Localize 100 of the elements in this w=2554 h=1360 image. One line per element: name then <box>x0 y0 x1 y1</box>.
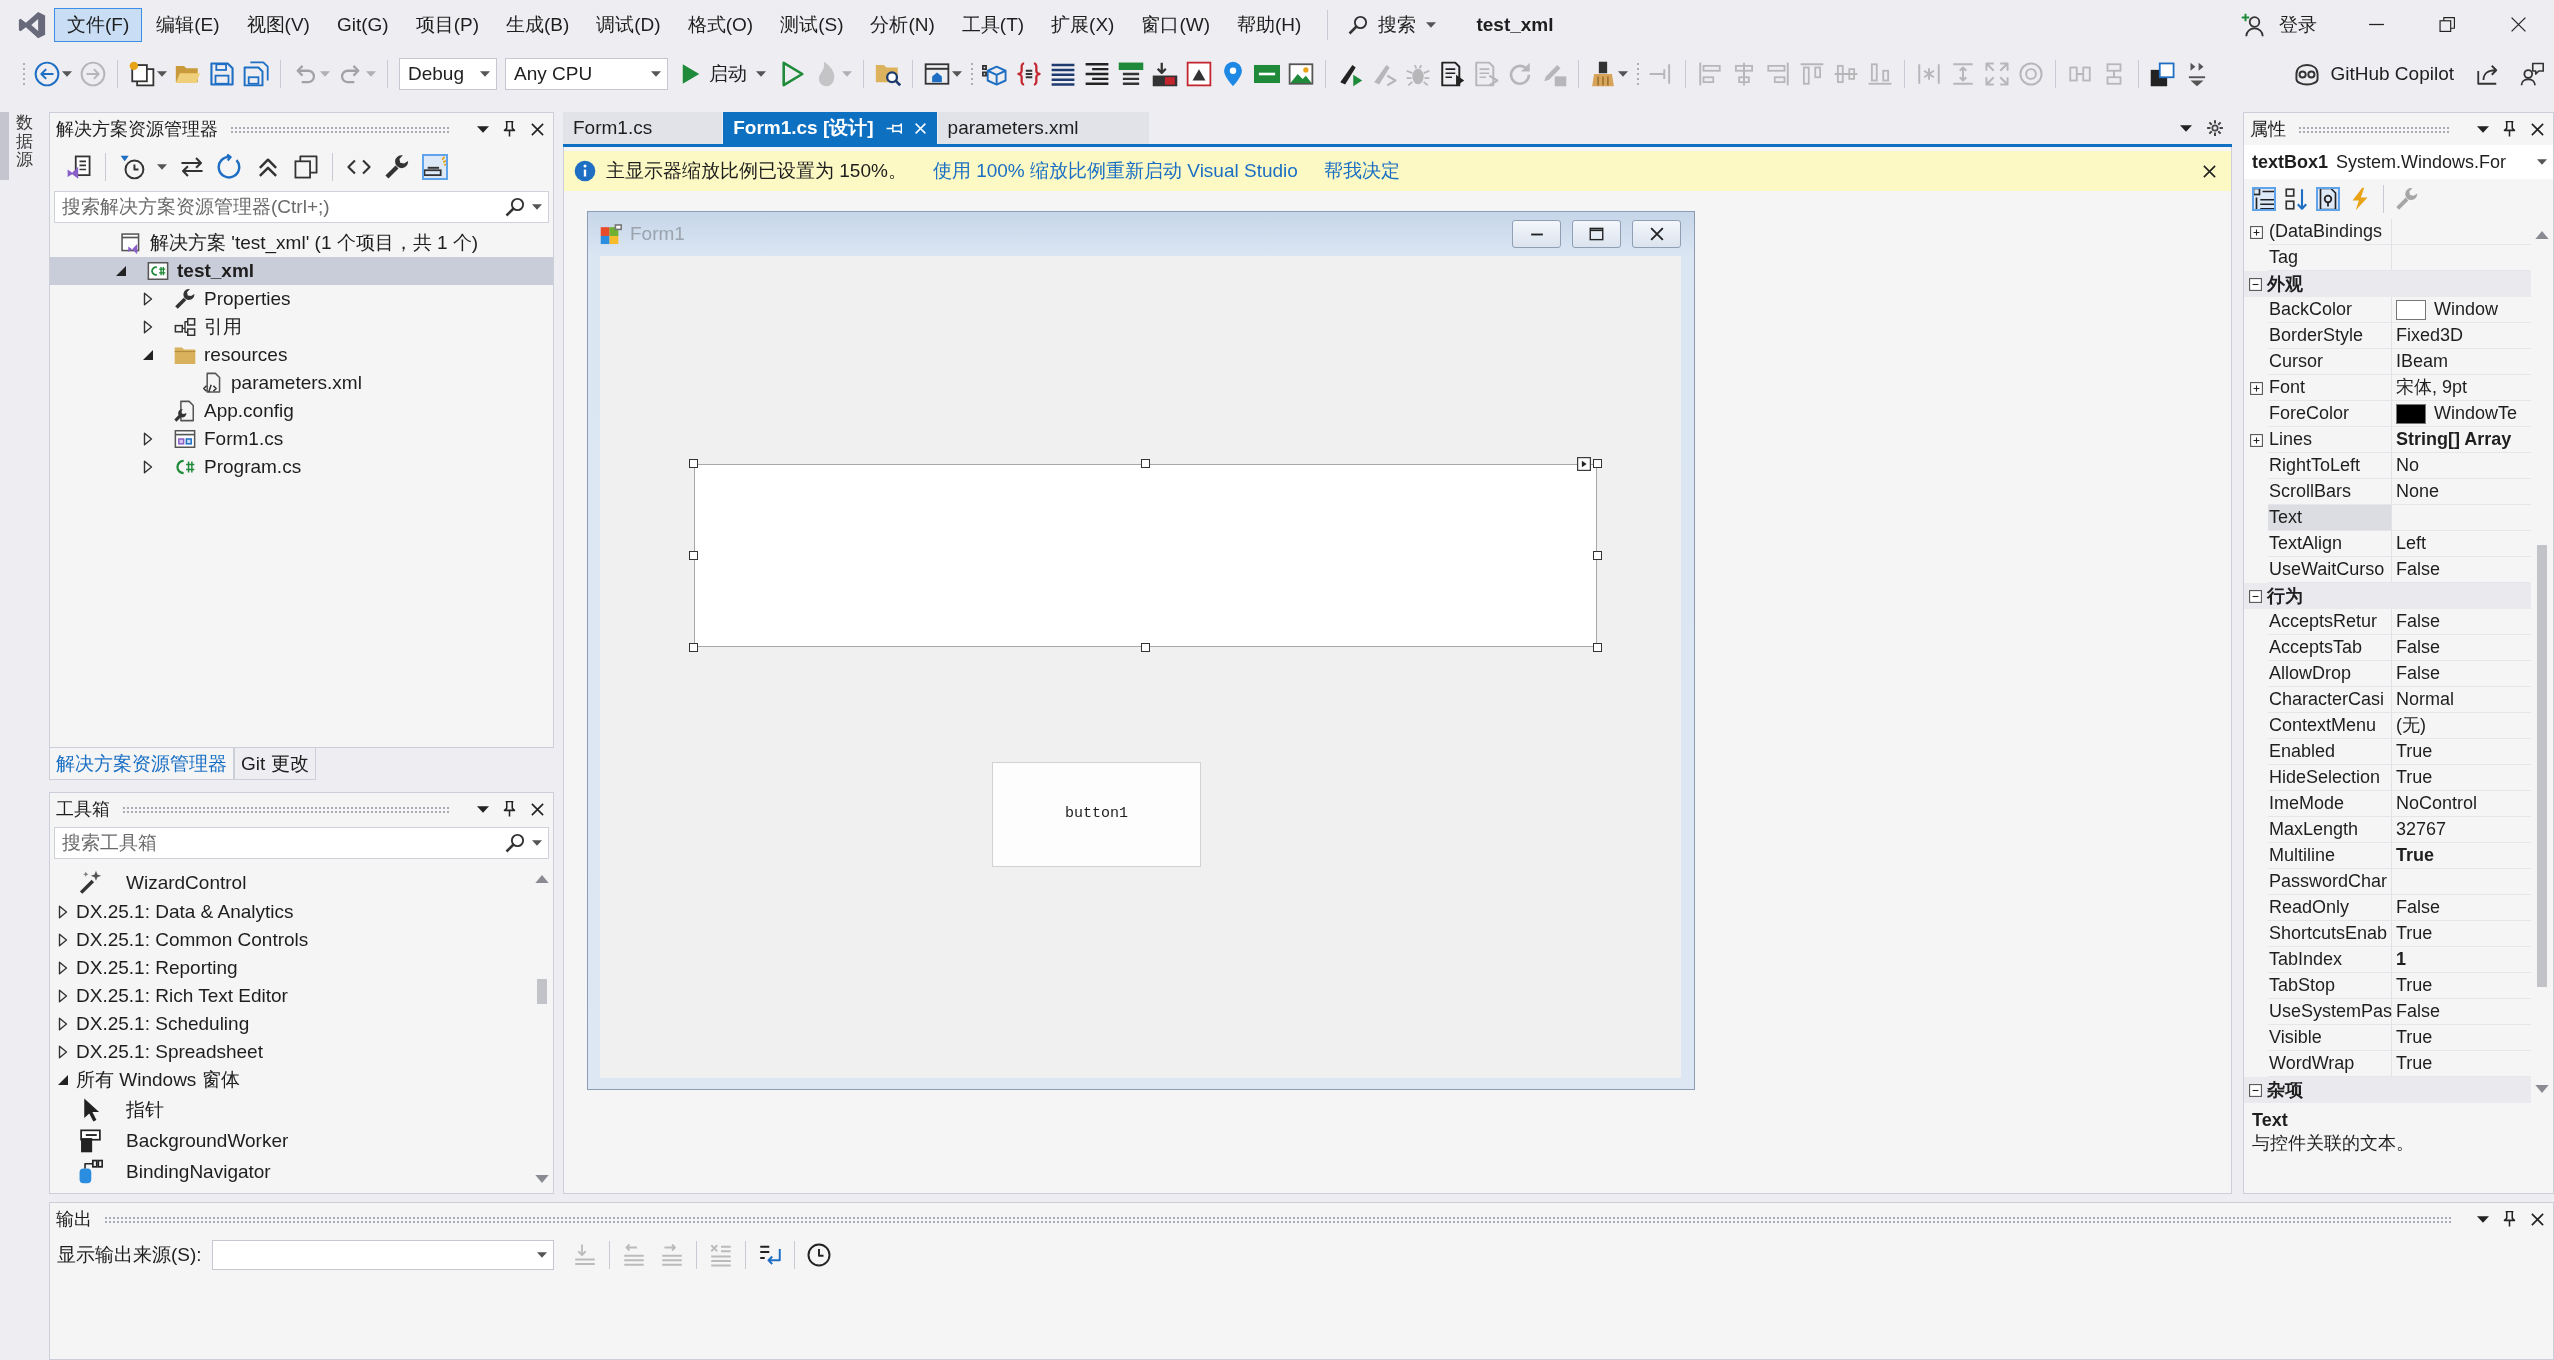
close-icon[interactable] <box>530 801 545 817</box>
toolbox-group[interactable]: DX.25.1: Data & Analytics <box>50 898 531 926</box>
property-value[interactable]: 32767 <box>2392 817 2531 843</box>
property-value[interactable]: False <box>2392 609 2531 635</box>
start-button[interactable]: 启动 <box>676 61 772 86</box>
document-tab[interactable]: parameters.xml <box>937 112 1149 144</box>
smart-tag-icon[interactable] <box>1577 457 1591 471</box>
scrollbar-thumb[interactable] <box>2537 545 2547 988</box>
copy-pages-icon[interactable] <box>293 154 319 180</box>
copilot-button[interactable]: GitHub Copilot <box>2294 60 2454 87</box>
dropdown-caret-icon[interactable] <box>477 805 489 813</box>
toolbox-group[interactable]: DX.25.1: Common Controls <box>50 926 531 954</box>
property-name[interactable]: AcceptsTab <box>2268 635 2392 661</box>
caret-icon[interactable] <box>157 164 167 170</box>
sort-down-icon[interactable] <box>2284 187 2308 211</box>
dropdown[interactable]: Any CPU <box>505 57 668 90</box>
property-value[interactable]: True <box>2392 973 2531 999</box>
restore-icon[interactable] <box>2439 16 2456 33</box>
property-name[interactable]: ReadOnly <box>2268 895 2392 921</box>
menu-item[interactable]: 编辑(E) <box>143 7 233 42</box>
document-tab[interactable]: Form1.cs <box>563 112 723 144</box>
app-logo-icon[interactable] <box>18 10 46 39</box>
property-value[interactable]: Window <box>2392 297 2531 323</box>
resize-handle[interactable] <box>1593 643 1602 652</box>
grip-icon[interactable] <box>22 60 26 87</box>
panel-tab[interactable]: Git 更改 <box>234 748 316 780</box>
search-icon[interactable] <box>505 833 525 853</box>
property-value[interactable]: 1 <box>2392 947 2531 973</box>
resize-handle[interactable] <box>689 459 698 468</box>
toolbox-item[interactable]: WizardControl <box>50 867 531 898</box>
output-source-field[interactable] <box>211 1240 554 1270</box>
categorized-icon[interactable] <box>2252 187 2276 211</box>
expanded-arrow-icon[interactable] <box>58 1075 68 1085</box>
property-value[interactable]: True <box>2392 1025 2531 1051</box>
property-value[interactable]: Left <box>2392 531 2531 557</box>
property-value[interactable]: 宋体, 9pt <box>2392 375 2531 401</box>
collapsed-arrow-icon[interactable] <box>58 905 68 919</box>
dropdown[interactable]: Debug <box>399 57 497 90</box>
window-layout-icon[interactable] <box>924 60 950 87</box>
pin-icon[interactable] <box>2503 121 2516 137</box>
property-name[interactable]: TabIndex <box>2268 947 2392 973</box>
dropdown-caret-icon[interactable] <box>2180 124 2192 132</box>
tree-item[interactable]: resources <box>50 341 553 369</box>
dropdown-caret-icon[interactable] <box>2477 1215 2489 1223</box>
tree-item[interactable]: Program.cs <box>50 453 553 481</box>
caret-icon[interactable] <box>532 204 542 210</box>
toolbox-group[interactable]: DX.25.1: Rich Text Editor <box>50 982 531 1010</box>
close-button[interactable] <box>1632 220 1681 248</box>
refresh-icon[interactable] <box>217 154 243 180</box>
property-value[interactable]: True <box>2392 739 2531 765</box>
tree-item[interactable]: 引用 <box>50 313 553 341</box>
property-name[interactable]: Enabled <box>2268 739 2392 765</box>
collapsed-arrow-icon[interactable] <box>143 460 153 474</box>
menu-item[interactable]: 调试(D) <box>583 7 674 42</box>
property-name[interactable]: PasswordChar <box>2268 869 2392 895</box>
category-header[interactable]: 行为 <box>2244 583 2531 609</box>
property-name[interactable]: HideSelection <box>2268 765 2392 791</box>
scrollbar-thumb[interactable] <box>537 978 547 1004</box>
menu-item[interactable]: 扩展(X) <box>1038 7 1128 42</box>
menu-item[interactable]: 视图(V) <box>233 7 323 42</box>
toolbox-item[interactable]: BackgroundWorker <box>50 1125 531 1156</box>
menu-item[interactable]: Git(G) <box>323 7 402 42</box>
property-name[interactable]: RightToLeft <box>2268 453 2392 479</box>
expanded-arrow-icon[interactable] <box>143 350 153 360</box>
property-name[interactable]: UseSystemPas <box>2268 999 2392 1025</box>
grip-icon[interactable] <box>970 60 974 87</box>
property-value[interactable]: None <box>2392 479 2531 505</box>
close-icon[interactable] <box>530 121 545 137</box>
caret-icon[interactable] <box>952 70 962 77</box>
property-value[interactable]: IBeam <box>2392 349 2531 375</box>
collapsed-arrow-icon[interactable] <box>58 1017 68 1031</box>
dropdown-caret-icon[interactable] <box>2477 125 2489 133</box>
settings-icon[interactable] <box>2206 119 2224 137</box>
resize-handle[interactable] <box>689 643 698 652</box>
close-icon[interactable] <box>2510 16 2527 33</box>
property-value[interactable]: False <box>2392 895 2531 921</box>
collapsed-arrow-icon[interactable] <box>143 292 153 306</box>
scroll-down-icon[interactable] <box>2535 1085 2549 1093</box>
form-button[interactable]: button1 <box>992 762 1201 867</box>
toolbox-item[interactable]: 指针 <box>50 1094 531 1125</box>
info-link[interactable]: 使用 100% 缩放比例重新启动 Visual Studio <box>932 159 1298 183</box>
text-box-field[interactable] <box>694 464 1597 647</box>
property-value[interactable]: Normal <box>2392 687 2531 713</box>
property-value[interactable]: No <box>2392 453 2531 479</box>
menu-item[interactable]: 项目(P) <box>402 7 492 42</box>
property-name[interactable]: Text <box>2268 505 2392 531</box>
resize-handle[interactable] <box>1593 550 1602 560</box>
braces-icon[interactable] <box>1016 60 1042 87</box>
property-name[interactable]: Lines <box>2268 427 2392 453</box>
wrench-icon[interactable] <box>384 154 410 180</box>
play-outline-icon[interactable] <box>780 60 806 87</box>
property-page-icon[interactable] <box>2316 187 2340 211</box>
caret-icon[interactable] <box>157 70 167 77</box>
property-name[interactable]: Font <box>2268 375 2392 401</box>
expand-box-icon[interactable] <box>2249 225 2263 239</box>
side-tab[interactable]: 数据源 <box>0 112 33 181</box>
property-name[interactable]: ShortcutsEnab <box>2268 921 2392 947</box>
toolbox-group[interactable]: DX.25.1: Scheduling <box>50 1010 531 1038</box>
property-value[interactable]: NoControl <box>2392 791 2531 817</box>
property-value[interactable]: False <box>2392 999 2531 1025</box>
